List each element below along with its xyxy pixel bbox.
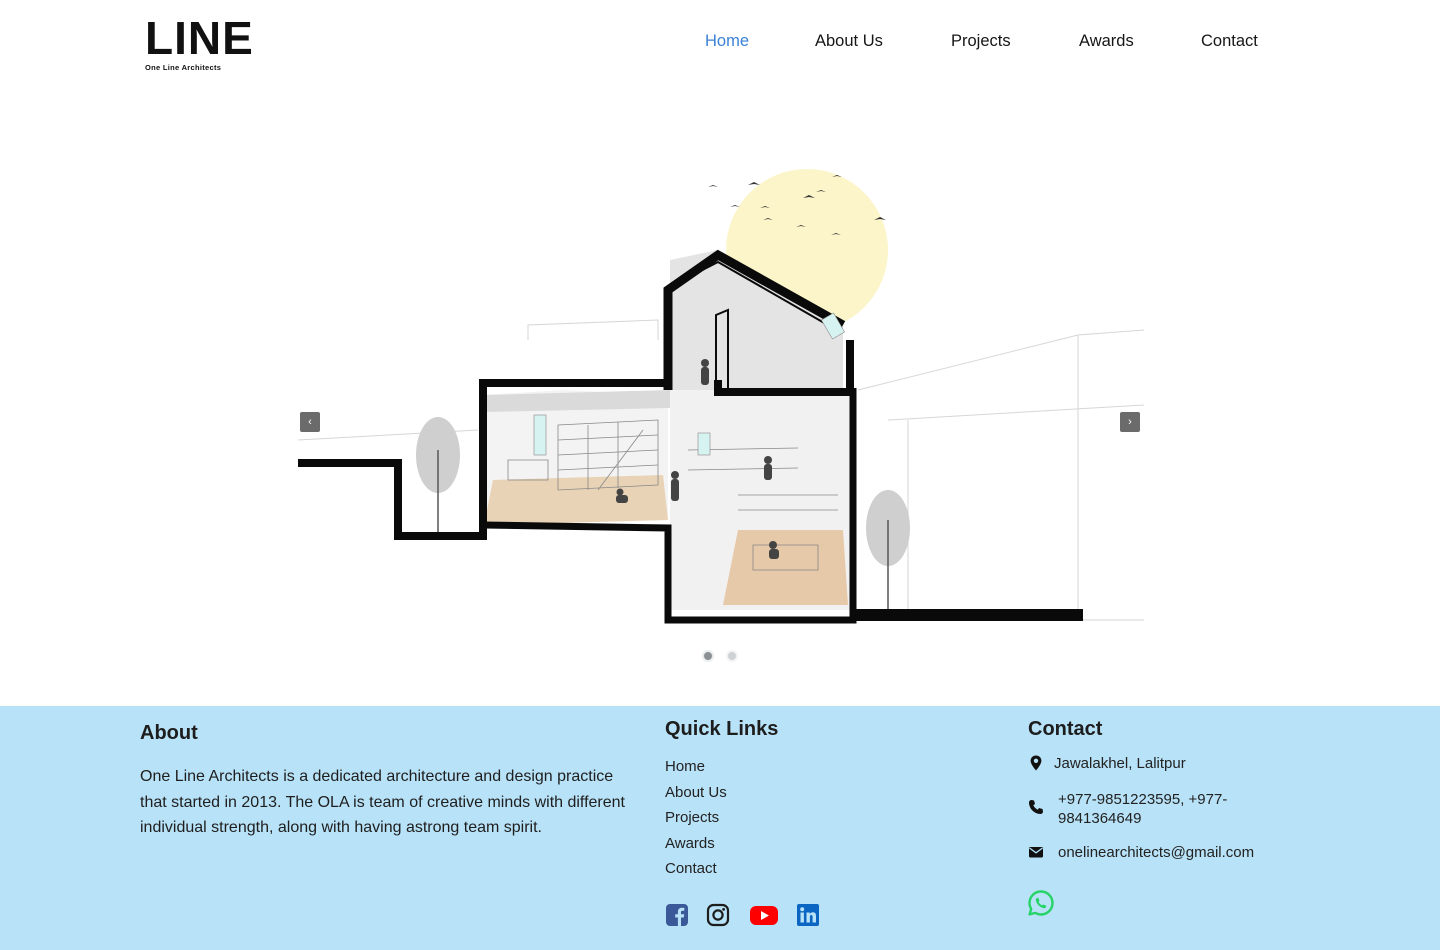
main-nav: Home About Us Projects Awards Contact — [0, 32, 1440, 52]
quick-link-home[interactable]: Home — [665, 754, 727, 780]
contact-heading: Contact — [1028, 718, 1103, 740]
slider-dot-2[interactable] — [726, 650, 738, 662]
slider-prev-button[interactable]: ‹ — [300, 412, 320, 432]
facebook-icon[interactable] — [665, 903, 689, 927]
nav-projects[interactable]: Projects — [951, 32, 1011, 51]
nav-awards[interactable]: Awards — [1079, 32, 1134, 51]
contact-phone[interactable]: +977-9851223595, +977-9841364649 — [1058, 790, 1258, 828]
nav-home[interactable]: Home — [705, 32, 749, 51]
site-footer: About One Line Architects is a dedicated… — [0, 706, 1440, 950]
quick-link-projects[interactable]: Projects — [665, 805, 727, 831]
slider-dots — [700, 650, 740, 662]
instagram-icon[interactable] — [706, 903, 730, 927]
youtube-icon[interactable] — [750, 903, 778, 927]
logo-subtitle: One Line Architects — [145, 63, 222, 72]
contact-email[interactable]: onelinearchitects@gmail.com — [1058, 843, 1254, 862]
slider-dot-1[interactable] — [702, 650, 714, 662]
quick-links-list: Home About Us Projects Awards Contact — [665, 754, 727, 882]
envelope-icon — [1029, 847, 1043, 858]
about-text: One Line Architects is a dedicated archi… — [140, 768, 625, 836]
quick-link-contact[interactable]: Contact — [665, 856, 727, 882]
about-heading: About — [140, 722, 198, 744]
quick-link-awards[interactable]: Awards — [665, 831, 727, 857]
whatsapp-icon[interactable] — [1028, 890, 1054, 916]
contact-address: Jawalakhel, Lalitpur — [1054, 755, 1186, 772]
nav-contact[interactable]: Contact — [1201, 32, 1258, 51]
slider-next-button[interactable]: › — [1120, 412, 1140, 432]
house-section-illustration — [298, 169, 1144, 624]
phone-icon — [1029, 800, 1043, 814]
map-pin-icon — [1030, 755, 1042, 771]
quick-links-heading: Quick Links — [665, 718, 779, 740]
quick-link-about-us[interactable]: About Us — [665, 780, 727, 806]
hero-slider — [298, 150, 1144, 640]
linkedin-icon[interactable] — [796, 903, 820, 927]
nav-about-us[interactable]: About Us — [815, 32, 883, 51]
site-header: LINE One Line Architects Home About Us P… — [0, 0, 1440, 86]
